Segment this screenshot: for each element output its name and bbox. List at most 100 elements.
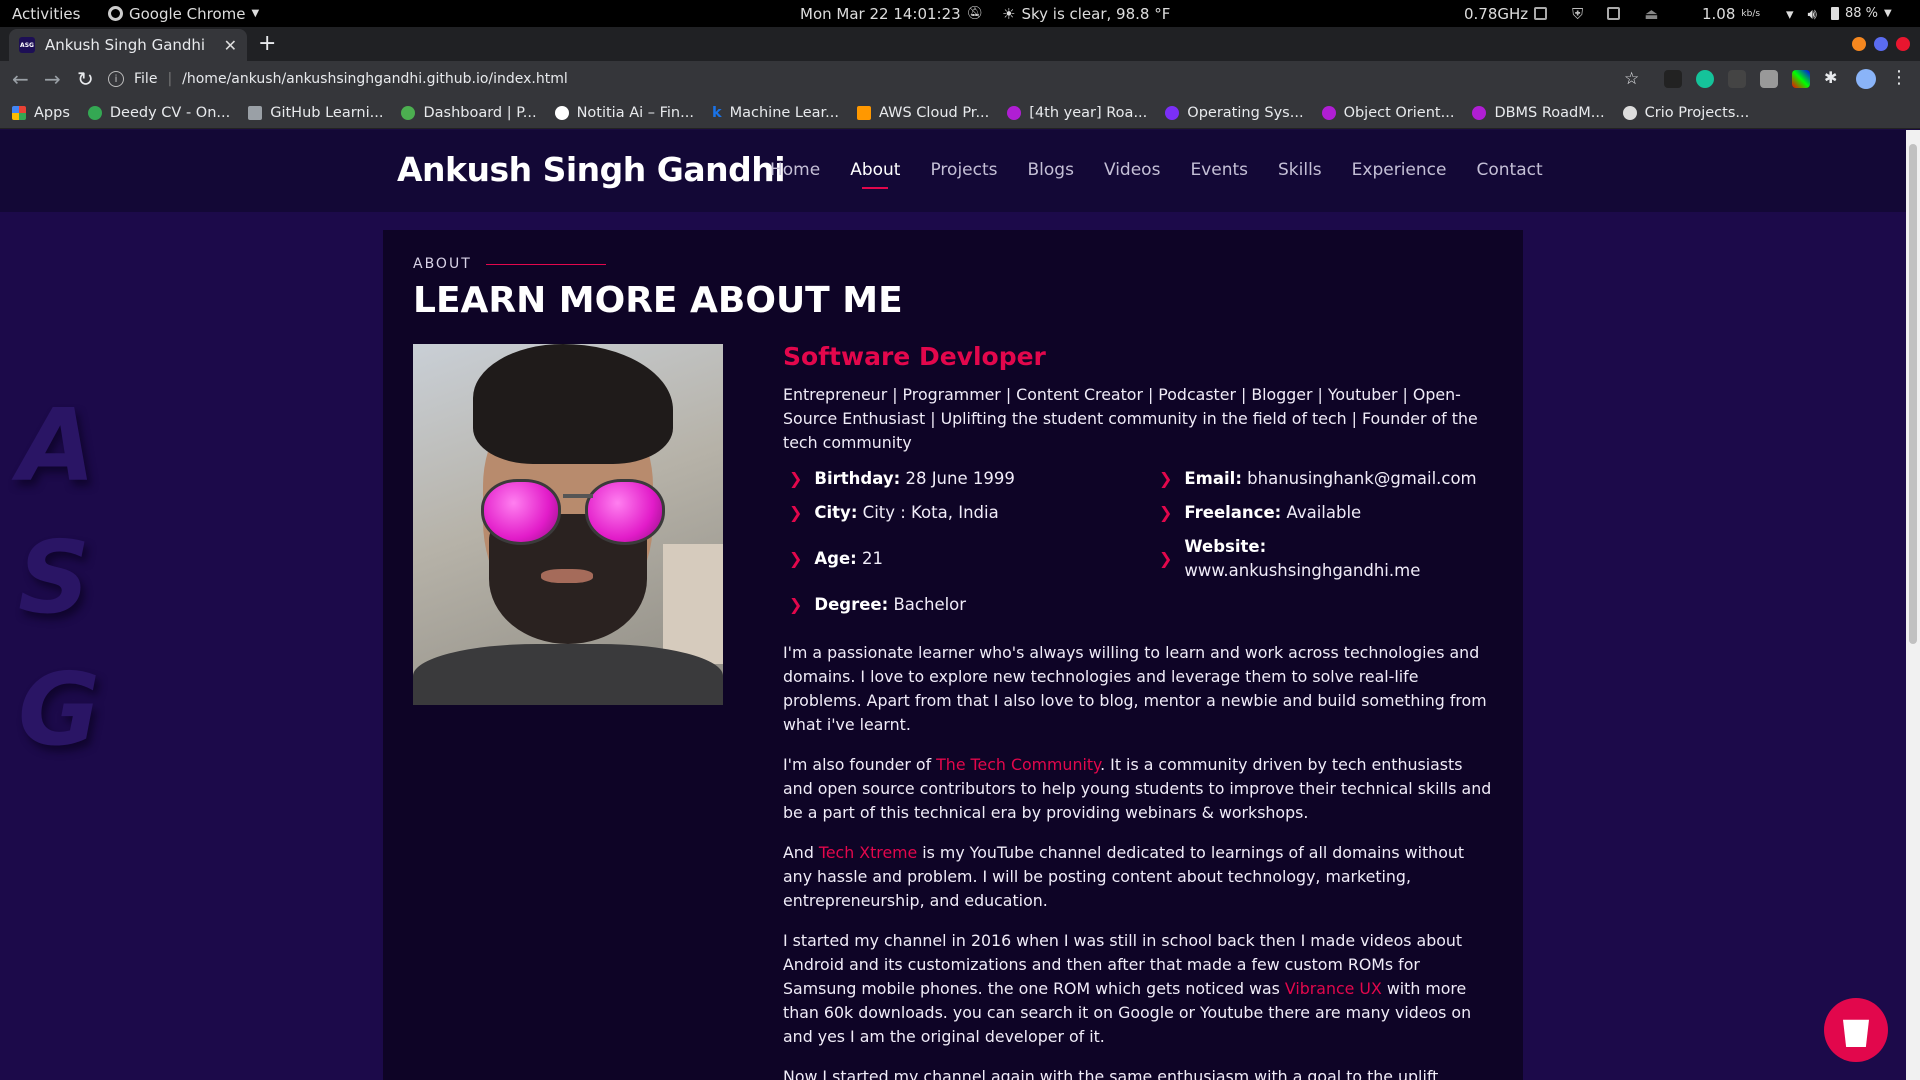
fact-label: Degree:	[814, 595, 889, 614]
nav-projects[interactable]: Projects	[930, 160, 997, 180]
bookmark-item[interactable]: AWS Cloud Pr...	[857, 105, 989, 121]
bookmark-label: Dashboard | P...	[423, 104, 537, 121]
sunglasses-bridge	[563, 494, 593, 498]
bookmark-item[interactable]: Object Orient...	[1321, 104, 1455, 121]
color-picker-icon[interactable]	[1792, 70, 1810, 88]
bookmark-favicon-icon	[1321, 105, 1336, 120]
bookmark-item[interactable]: [4th year] Roa...	[1007, 105, 1147, 121]
close-window-button[interactable]	[1896, 37, 1910, 51]
bookmark-item[interactable]: GitHub Learni...	[248, 105, 383, 121]
battery-icon	[1830, 7, 1839, 20]
weather-indicator[interactable]: ☀ Sky is clear, 98.8 °F	[1002, 0, 1170, 27]
cpu-text: 0.78GHz	[1464, 4, 1529, 23]
site-brand[interactable]: Ankush Singh Gandhi	[397, 150, 786, 189]
nav-experience[interactable]: Experience	[1352, 160, 1447, 180]
paragraph-text: And	[783, 843, 819, 862]
app-menu[interactable]: Google Chrome ▼	[108, 0, 259, 27]
bookmark-favicon-icon: k	[711, 104, 722, 121]
status-menu[interactable]: ▾ 🔊︎ 88 % ▼	[1786, 0, 1892, 27]
nav-skills[interactable]: Skills	[1278, 160, 1322, 180]
extension-icon[interactable]	[1728, 70, 1746, 88]
bookmark-favicon-icon	[1165, 105, 1180, 120]
activities-button[interactable]: Activities	[12, 0, 80, 27]
bookmark-item[interactable]: Notitia Ai – Fin...	[554, 105, 694, 121]
nav-blogs[interactable]: Blogs	[1028, 160, 1074, 180]
info-icon[interactable]: i	[108, 71, 124, 87]
puzzle-icon[interactable]: ✱	[1824, 68, 1842, 87]
vibrance-ux-link[interactable]: Vibrance UX	[1285, 979, 1382, 998]
fact-value: City : Kota, India	[862, 503, 999, 522]
bookmark-item[interactable]: DBMS RoadM...	[1472, 105, 1605, 121]
browser-toolbar: ← → ↻ i File | /home/ankush/ankushsinghg…	[0, 61, 1920, 97]
reload-icon[interactable]: ↻	[77, 67, 94, 91]
fact-label: Birthday:	[814, 469, 901, 488]
bookmark-label: Object Orient...	[1343, 104, 1455, 121]
buy-me-coffee-button[interactable]	[1824, 998, 1888, 1062]
shield-icon[interactable]: ⛨	[1572, 5, 1583, 23]
cpu-indicator[interactable]: 0.78GHz	[1464, 0, 1548, 27]
bookmark-label: Operating Sys...	[1187, 104, 1304, 121]
nav-home[interactable]: Home	[770, 160, 820, 180]
bookmark-item[interactable]: k Machine Lear...	[712, 105, 839, 121]
page-scrollbar[interactable]	[1906, 130, 1920, 1080]
grammarly-icon[interactable]	[1696, 70, 1714, 88]
close-icon[interactable]: ✕	[224, 36, 237, 55]
fact-freelance: ❯ Freelance: Available	[1153, 501, 1493, 525]
bookmarks-bar: Apps Deedy CV - On... GitHub Learni... D…	[0, 97, 1920, 129]
clock[interactable]: Mon Mar 22 14:01:23 🔕︎	[800, 0, 983, 27]
role-title: Software Devloper	[783, 342, 1046, 371]
bookmark-favicon-icon	[554, 105, 569, 120]
fact-city: ❯ City: City : Kota, India	[783, 501, 1153, 525]
more-menu-icon[interactable]: ⋮	[1890, 67, 1908, 88]
extension-icon[interactable]	[1664, 70, 1682, 88]
about-content: Software Devloper Entrepreneur | Program…	[783, 342, 1493, 1080]
volume-icon: 🔊︎	[1807, 4, 1817, 23]
bookmark-label: Deedy CV - On...	[109, 104, 231, 121]
extension-icon[interactable]	[1760, 70, 1778, 88]
browser-tab[interactable]: ASG Ankush Singh Gandhi ✕	[9, 29, 247, 61]
nav-events[interactable]: Events	[1190, 160, 1248, 180]
chrome-icon	[108, 6, 123, 21]
bookmark-favicon-icon	[1472, 105, 1487, 120]
bookmark-label: Crio Projects...	[1644, 104, 1750, 121]
app-name: Google Chrome	[129, 4, 246, 23]
fact-label: City:	[814, 503, 858, 522]
fact-website: ❯ Website: www.ankushsinghgandhi.me	[1153, 535, 1493, 583]
bookmark-item[interactable]: Dashboard | P...	[401, 104, 537, 121]
bookmark-item[interactable]: Apps	[12, 105, 70, 121]
activities-label: Activities	[12, 4, 81, 23]
forward-arrow-icon[interactable]: →	[44, 67, 61, 91]
nav-contact[interactable]: Contact	[1476, 160, 1542, 180]
bookmark-item[interactable]: Crio Projects...	[1622, 104, 1750, 121]
minimize-button[interactable]	[1852, 37, 1866, 51]
fact-value: 28 June 1999	[905, 469, 1015, 488]
eject-icon[interactable]: ⏏	[1644, 5, 1658, 23]
fact-value: Bachelor	[893, 595, 967, 614]
address-bar[interactable]: i File | /home/ankush/ankushsinghgandhi.…	[108, 64, 1648, 94]
nav-about[interactable]: About	[850, 160, 900, 189]
back-arrow-icon[interactable]: ←	[12, 67, 29, 91]
bookmark-favicon-icon	[857, 105, 872, 120]
scrollbar-thumb[interactable]	[1909, 144, 1917, 644]
url-separator: |	[167, 71, 173, 87]
apps-grid-icon	[12, 105, 26, 120]
bookmark-star-icon[interactable]: ☆	[1624, 69, 1639, 89]
url-scheme: File	[134, 71, 158, 87]
new-tab-button[interactable]: +	[258, 31, 276, 56]
clipboard-icon[interactable]	[1607, 7, 1621, 20]
tray-icons: ⛨ ⏏	[1572, 0, 1658, 27]
bookmark-item[interactable]: Deedy CV - On...	[87, 104, 231, 121]
bookmark-item[interactable]: Operating Sys...	[1165, 104, 1304, 121]
nav-videos[interactable]: Videos	[1104, 160, 1161, 180]
caret-down-icon: ▼	[1884, 8, 1892, 19]
tech-community-link[interactable]: The Tech Community	[936, 755, 1100, 774]
tech-xtreme-link[interactable]: Tech Xtreme	[819, 843, 917, 862]
caret-down-icon: ▼	[251, 8, 260, 19]
system-top-bar: Activities Google Chrome ▼ Mon Mar 22 14…	[0, 0, 1920, 27]
cpu-icon	[1534, 7, 1548, 20]
maximize-button[interactable]	[1874, 37, 1888, 51]
network-speed[interactable]: 1.08 kb/s	[1702, 0, 1760, 27]
profile-avatar[interactable]	[1856, 69, 1876, 89]
chevron-right-icon: ❯	[1159, 469, 1173, 488]
site-header: Ankush Singh Gandhi Home About Projects …	[0, 130, 1906, 212]
